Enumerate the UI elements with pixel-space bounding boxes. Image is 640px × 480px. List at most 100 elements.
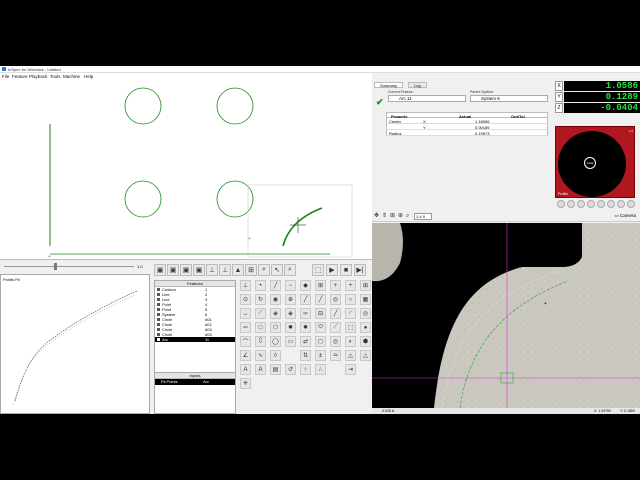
camera-video-feed[interactable]: + xyxy=(372,223,640,408)
input-row[interactable]: Fit Points Arc xyxy=(155,379,235,385)
cube-icon[interactable]: ▣ xyxy=(154,264,166,276)
export-icon[interactable]: ⇥ xyxy=(345,364,356,375)
hexagon-icon[interactable]: ⬡ xyxy=(270,322,281,333)
tab-log[interactable]: Log xyxy=(408,82,427,88)
line-angle-2-icon[interactable]: ╱ xyxy=(315,294,326,305)
arc-icon[interactable]: ◜ xyxy=(345,308,356,319)
rotate-icon[interactable]: ↻ xyxy=(255,294,266,305)
light-2-icon[interactable] xyxy=(567,200,575,208)
menu-help[interactable]: Help xyxy=(84,74,93,79)
table-row[interactable]: Radius 0.19573 xyxy=(386,130,548,136)
dots-icon[interactable]: ∴ xyxy=(315,364,326,375)
angle-icon[interactable]: ∠ xyxy=(240,350,251,361)
circle-target-icon[interactable]: ◎ xyxy=(330,336,341,347)
rect-icon[interactable]: □ xyxy=(255,322,266,333)
menu-tools[interactable]: Tools xyxy=(50,74,61,79)
capsule-icon[interactable]: ⬭ xyxy=(315,322,326,333)
menu-feature[interactable]: Feature xyxy=(12,74,28,79)
table-icon[interactable]: ▦ xyxy=(360,294,371,305)
slant-icon[interactable]: ⟋ xyxy=(255,308,266,319)
stop-icon[interactable]: ■ xyxy=(340,264,352,276)
axial-light-button[interactable]: Axial xyxy=(584,157,596,169)
rotate-2-icon[interactable]: ↺ xyxy=(285,364,296,375)
arrows-icon[interactable]: ⇄ xyxy=(300,336,311,347)
caliper-icon[interactable]: ⊞ xyxy=(315,280,326,291)
square-arrow-icon[interactable]: ⬚ xyxy=(345,322,356,333)
light-5-icon[interactable] xyxy=(597,200,605,208)
scatter-icon[interactable]: ⁘ xyxy=(300,364,311,375)
plane-2-icon[interactable]: ◈ xyxy=(285,308,296,319)
plus-minus-icon[interactable]: ± xyxy=(315,350,326,361)
ring-icon[interactable]: ◎ xyxy=(360,308,371,319)
dro-axis-y[interactable]: Y xyxy=(555,92,563,102)
square-icon[interactable]: ◻ xyxy=(315,336,326,347)
ruler-icon[interactable]: ⊞ xyxy=(245,264,257,276)
report-icon[interactable]: ▤ xyxy=(270,364,281,375)
eye-icon[interactable]: ◉ xyxy=(270,294,281,305)
current-feature-field[interactable]: Arc 11 xyxy=(388,95,466,102)
menu-playback[interactable]: Playback xyxy=(29,74,47,79)
light-4-icon[interactable] xyxy=(587,200,595,208)
hline-icon[interactable]: ═ xyxy=(240,322,251,333)
arrows-up-icon[interactable]: ⇅ xyxy=(300,350,311,361)
half-circle-icon[interactable]: ◐ xyxy=(345,336,356,347)
grid-icon[interactable]: ⊞ xyxy=(360,280,371,291)
light-8-icon[interactable] xyxy=(627,200,635,208)
view-slider[interactable]: 1.0 xyxy=(0,262,150,272)
arrows-v-icon[interactable]: ⇕ xyxy=(382,213,389,220)
light-7-icon[interactable] xyxy=(617,200,625,208)
axes-icon[interactable]: ⊥ xyxy=(240,280,251,291)
cone-2-icon[interactable]: △ xyxy=(360,350,371,361)
text-icon[interactable]: A xyxy=(240,364,251,375)
cylinder-icon[interactable]: ▭ xyxy=(285,336,296,347)
surface-icon[interactable]: ⌓ xyxy=(330,350,341,361)
slot-icon[interactable]: ⊟ xyxy=(315,308,326,319)
cross-2-icon[interactable]: + xyxy=(345,280,356,291)
circle-center-icon[interactable]: ◎ xyxy=(330,294,341,305)
cube-view-icon[interactable]: ▣ xyxy=(167,264,179,276)
line-angle-icon[interactable]: ╱ xyxy=(300,294,311,305)
link-icon[interactable]: ∞ xyxy=(300,308,311,319)
cube-top-icon[interactable]: ▣ xyxy=(193,264,205,276)
menu-file[interactable]: File xyxy=(2,74,9,79)
light-6-icon[interactable] xyxy=(607,200,615,208)
zoom-fit-icon[interactable]: ⌕ xyxy=(258,264,270,276)
axes-2-icon[interactable]: ⊥ xyxy=(219,264,231,276)
profile-light-panel[interactable]: Axial Profile 1.0 xyxy=(555,126,635,198)
line-icon[interactable]: ╱ xyxy=(270,280,281,291)
blob-icon[interactable]: ⬢ xyxy=(360,336,371,347)
focus-icon[interactable]: ⊕ xyxy=(398,213,405,220)
play-icon[interactable]: ▶ xyxy=(326,264,338,276)
dro-axis-x[interactable]: X xyxy=(555,81,563,91)
step-icon[interactable]: ▶| xyxy=(354,264,366,276)
tab-summary[interactable]: Summary xyxy=(374,82,404,88)
width-icon[interactable]: ↔ xyxy=(240,308,251,319)
cad-view[interactable]: + + xyxy=(0,80,372,260)
plane-icon[interactable]: ◈ xyxy=(270,308,281,319)
menu-machine[interactable]: Machine xyxy=(63,74,80,79)
disc-icon[interactable]: ● xyxy=(360,322,371,333)
slash-icon[interactable]: ⟋ xyxy=(330,322,341,333)
chart-icon[interactable]: ▲ xyxy=(232,264,244,276)
pointer-icon[interactable]: ↖ xyxy=(271,264,283,276)
point-target-icon[interactable]: ⊙ xyxy=(240,294,251,305)
gear-2-icon[interactable]: ✹ xyxy=(300,322,311,333)
diagonal-icon[interactable]: ╱ xyxy=(330,308,341,319)
cube-side-icon[interactable]: ▣ xyxy=(180,264,192,276)
text-style-icon[interactable]: A xyxy=(255,364,266,375)
move-icon[interactable]: ✥ xyxy=(374,213,381,220)
wave-icon[interactable]: ∿ xyxy=(255,350,266,361)
minus-icon[interactable]: − xyxy=(285,280,296,291)
feature-row-selected[interactable]: Arc 11 xyxy=(155,337,235,342)
slider-thumb[interactable] xyxy=(54,263,57,270)
light-1-icon[interactable] xyxy=(557,200,565,208)
camera-button[interactable]: ▭ Camera xyxy=(614,213,636,219)
zoom-select[interactable]: 1.4 X xyxy=(414,213,432,220)
dro-axis-z[interactable]: Z xyxy=(555,103,563,113)
curve-icon[interactable]: ⌒ xyxy=(240,336,251,347)
parent-system-field[interactable]: System 6 xyxy=(470,95,548,102)
select-box-icon[interactable]: ⬚ xyxy=(312,264,324,276)
axes-icon[interactable]: ⊥ xyxy=(206,264,218,276)
gear-icon[interactable]: ✹ xyxy=(285,322,296,333)
cross-icon[interactable]: + xyxy=(330,280,341,291)
